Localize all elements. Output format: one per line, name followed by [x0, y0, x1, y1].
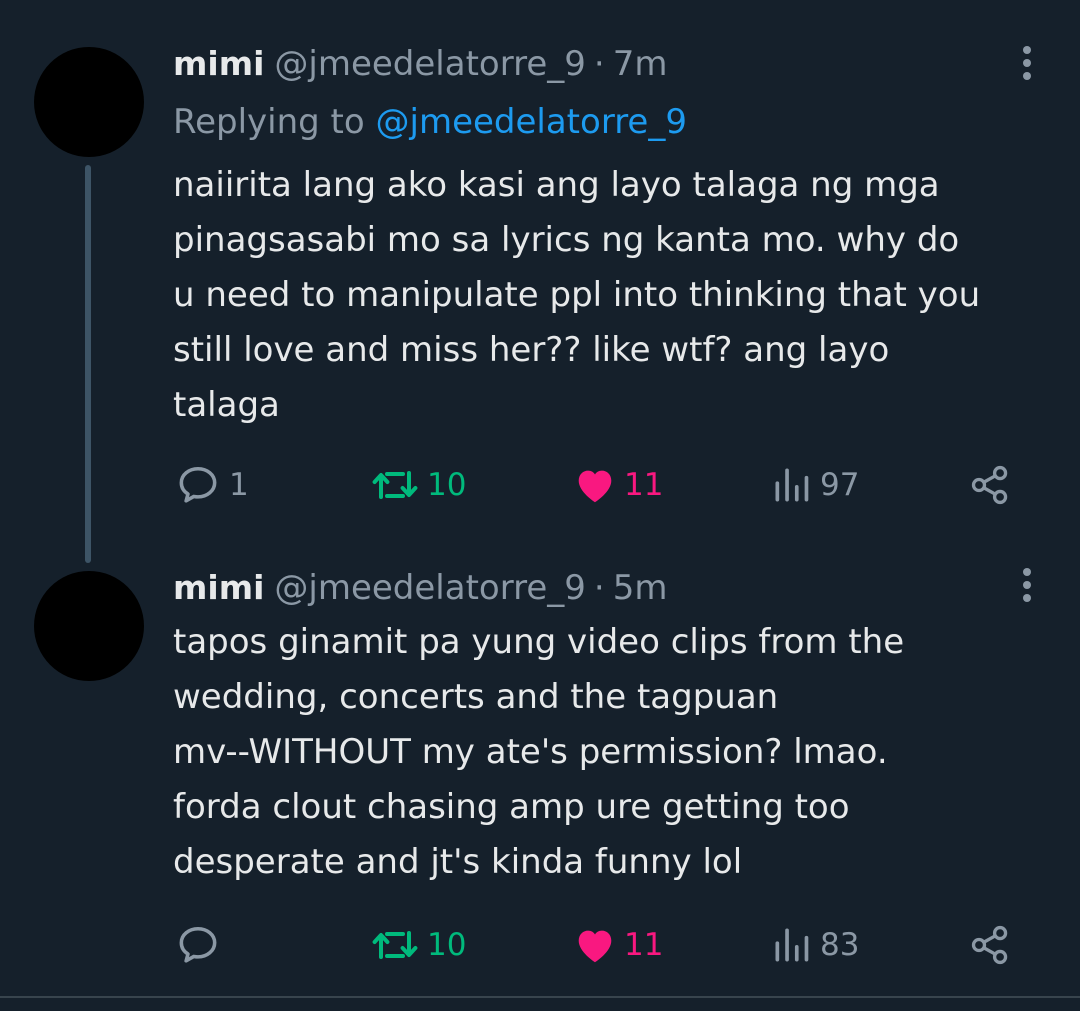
like-count: 11 — [624, 927, 664, 963]
reply-icon — [179, 926, 217, 963]
tweet-header: mimi @jmeedelatorre_9 · 5m — [173, 566, 667, 610]
separator-dot: · — [593, 44, 605, 84]
views-button[interactable]: 97 — [770, 460, 859, 510]
reply-count: 1 — [229, 467, 249, 503]
tweet-actions: 10 11 83 — [0, 920, 1080, 970]
timestamp[interactable]: 7m — [613, 44, 668, 84]
replying-to-mention[interactable]: @jmeedelatorre_9 — [376, 102, 687, 142]
separator-dot: · — [593, 568, 605, 608]
more-vertical-icon — [1017, 568, 1037, 602]
share-button[interactable] — [968, 460, 1012, 510]
share-icon — [971, 465, 1008, 505]
replying-to-line: Replying to @jmeedelatorre_9 — [173, 100, 687, 144]
retweet-button[interactable]: 10 — [369, 920, 466, 970]
retweet-button[interactable]: 10 — [369, 460, 466, 510]
views-button[interactable]: 83 — [770, 920, 859, 970]
tweet-text: tapos ginamit pa yung video clips from t… — [173, 622, 905, 882]
view-count: 97 — [820, 467, 860, 503]
view-count: 83 — [820, 927, 860, 963]
bottom-divider — [0, 996, 1080, 998]
heart-icon — [578, 470, 612, 503]
user-handle[interactable]: @jmeedelatorre_9 — [274, 44, 585, 84]
thread-timeline: mimi @jmeedelatorre_9 · 7m Replying to @jme… — [0, 0, 1080, 1011]
retweet-count: 10 — [427, 467, 467, 503]
retweet-icon — [372, 471, 418, 499]
reply-button[interactable]: 1 — [173, 460, 249, 510]
retweet-count: 10 — [427, 927, 467, 963]
user-handle[interactable]: @jmeedelatorre_9 — [274, 568, 585, 608]
tweet[interactable]: mimi @jmeedelatorre_9 · 7m Replying to @jme… — [0, 0, 1080, 568]
display-name[interactable]: mimi — [173, 568, 264, 607]
avatar[interactable] — [34, 571, 144, 681]
tweet-header: mimi @jmeedelatorre_9 · 7m — [173, 42, 667, 86]
tweet[interactable]: mimi @jmeedelatorre_9 · 5m tapos ginamit pa… — [0, 568, 1080, 996]
views-icon — [775, 468, 809, 502]
like-count: 11 — [624, 467, 664, 503]
reply-button[interactable] — [173, 920, 229, 970]
views-icon — [775, 928, 809, 962]
share-button[interactable] — [968, 920, 1012, 970]
avatar[interactable] — [34, 47, 144, 157]
more-vertical-icon — [1017, 46, 1037, 80]
timestamp[interactable]: 5m — [613, 568, 668, 608]
reply-icon — [179, 466, 217, 503]
retweet-icon — [372, 931, 418, 959]
share-icon — [971, 925, 1008, 965]
tweet-text: naiirita lang ako kasi ang layo talaga n… — [173, 165, 981, 425]
heart-icon — [578, 930, 612, 963]
like-button[interactable]: 11 — [572, 920, 663, 970]
more-options-button[interactable] — [1017, 46, 1037, 82]
display-name[interactable]: mimi — [173, 44, 264, 83]
more-options-button[interactable] — [1017, 568, 1037, 604]
like-button[interactable]: 11 — [572, 460, 663, 510]
replying-to-label: Replying to — [173, 102, 365, 142]
tweet-actions: 1 10 11 97 — [0, 460, 1080, 510]
